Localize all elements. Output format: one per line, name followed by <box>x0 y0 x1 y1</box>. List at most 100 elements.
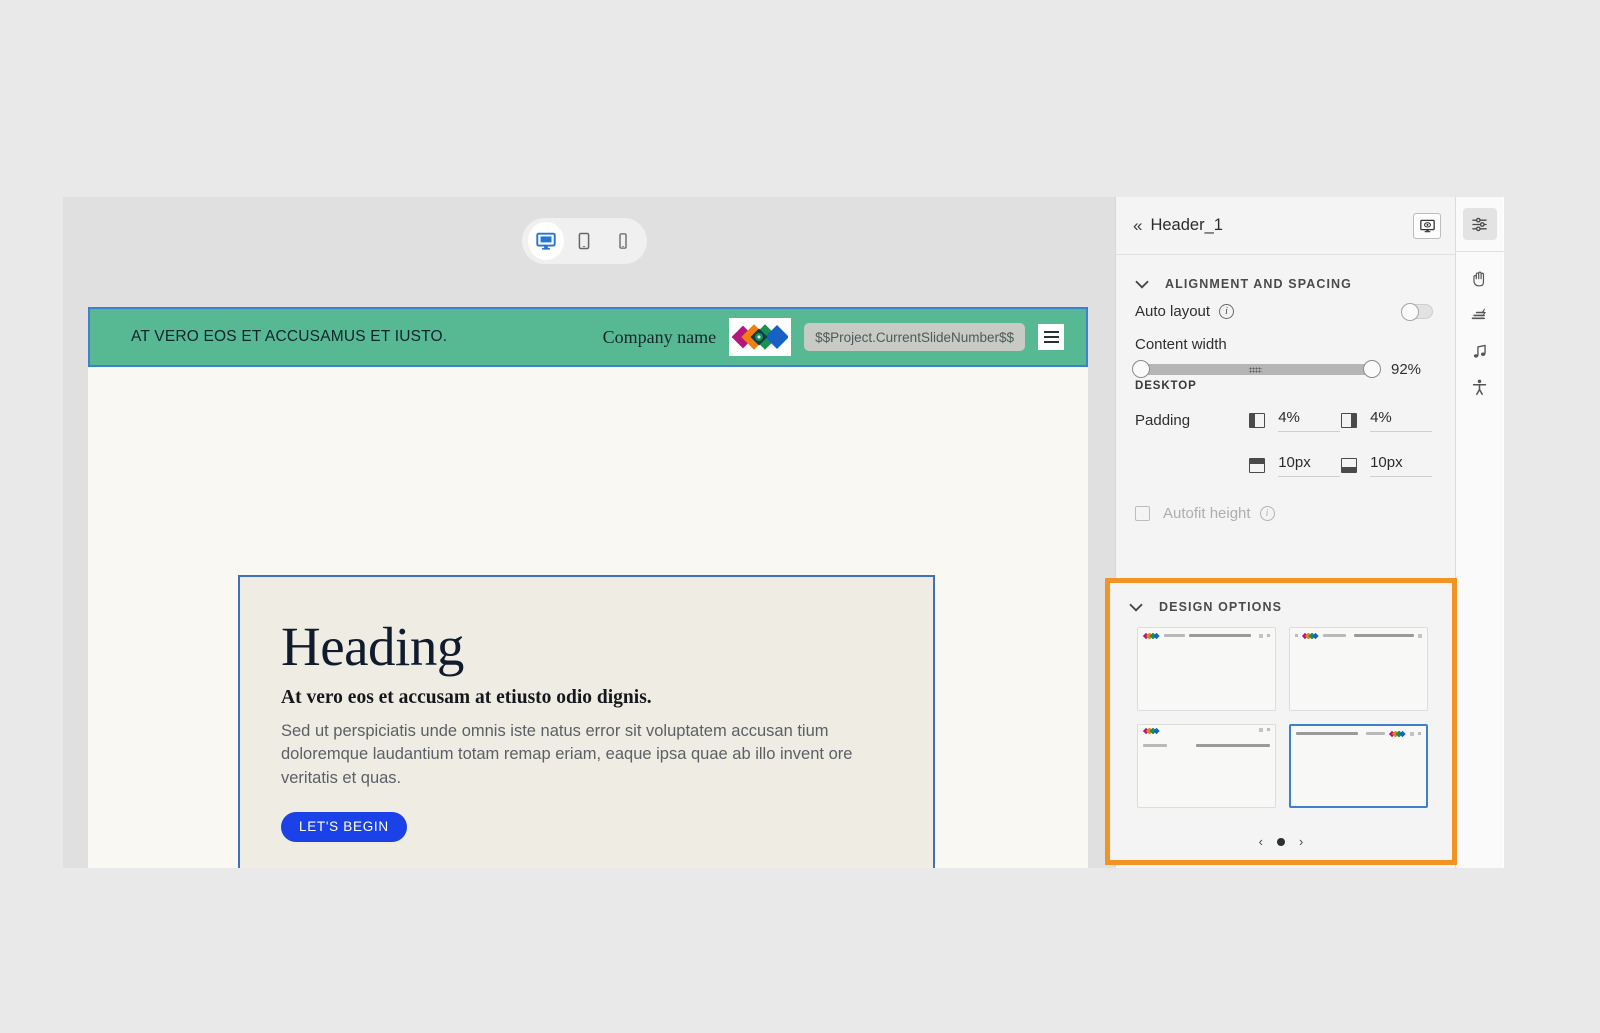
animation-motion-icon <box>1471 308 1486 320</box>
content-width-slider[interactable] <box>1132 360 1381 378</box>
design-options-section: DESIGN OPTIONS ‹ › <box>1105 578 1457 865</box>
rail-accessibility-button[interactable] <box>1463 371 1497 403</box>
padding-right-value[interactable]: 4% <box>1370 409 1433 432</box>
hamburger-menu-icon[interactable] <box>1038 324 1064 350</box>
padding-bottom-field[interactable]: 10px <box>1341 454 1433 477</box>
content-block-selected[interactable]: Heading At vero eos et accusam at etiust… <box>238 575 935 868</box>
rail-audio-button[interactable] <box>1463 335 1497 367</box>
chevron-double-left-icon[interactable]: « <box>1133 216 1143 236</box>
properties-panel-header: « Header_1 <box>1116 197 1455 255</box>
padding-left-value[interactable]: 4% <box>1278 409 1341 432</box>
content-width-label: Content width <box>1135 335 1227 353</box>
company-logo-diamonds[interactable] <box>729 318 792 356</box>
header-company-name[interactable]: Company name <box>603 327 716 348</box>
header-right-group: Company name $$Project.CurrentSlideNumbe… <box>603 318 1064 356</box>
accessibility-person-icon <box>1472 379 1487 395</box>
design-thumbnail-grid <box>1110 614 1452 808</box>
thumb-company-line <box>1323 634 1347 637</box>
auto-layout-row: Auto layout i <box>1116 291 1455 331</box>
padding-left-field[interactable]: 4% <box>1249 409 1341 432</box>
thumb-menu-icon <box>1410 731 1414 736</box>
info-icon[interactable]: i <box>1259 505 1275 521</box>
rail-interactions-button[interactable] <box>1463 263 1497 295</box>
chevron-down-icon <box>1129 603 1143 612</box>
thumb-title-line <box>1196 744 1270 747</box>
design-thumbnail-3[interactable] <box>1137 724 1276 808</box>
auto-layout-toggle[interactable] <box>1401 302 1433 321</box>
slide-stage: AT VERO EOS ET ACCUSAMUS ET IUSTO. Compa… <box>88 307 1088 868</box>
chevron-down-icon <box>1135 280 1149 289</box>
content-width-row: Content width <box>1116 331 1455 357</box>
preview-icon-glyph <box>1419 219 1435 232</box>
padding-top-icon <box>1249 458 1266 473</box>
padding-top-value[interactable]: 10px <box>1278 454 1341 477</box>
design-thumbnail-4[interactable] <box>1289 724 1428 808</box>
thumb-menu-icon <box>1418 633 1422 638</box>
thumb-logo-icon <box>1302 632 1319 639</box>
desktop-monitor-icon <box>536 232 556 250</box>
interactions-hand-icon <box>1473 271 1485 286</box>
slide-number-token[interactable]: $$Project.CurrentSlideNumber$$ <box>804 323 1025 351</box>
properties-icon <box>1472 217 1487 231</box>
padding-left-icon <box>1249 413 1266 428</box>
right-icon-rail <box>1455 197 1504 868</box>
thumb-title-line <box>1296 732 1358 735</box>
device-toggle-mobile[interactable] <box>605 222 641 260</box>
preview-monitor-icon[interactable] <box>1413 212 1441 239</box>
active-page-dot[interactable] <box>1277 837 1285 846</box>
thumb-company-line <box>1143 744 1167 747</box>
thumb-menu-icon <box>1259 633 1263 638</box>
padding-row-horizontal: Padding 4% 4% <box>1135 398 1433 443</box>
thumb-dot-icon <box>1295 634 1298 637</box>
thumb-logo-icon <box>1389 730 1406 737</box>
logo-diamonds-icon <box>732 324 789 350</box>
alignment-section-title: ALIGNMENT AND SPACING <box>1165 277 1352 291</box>
app-window: AT VERO EOS ET ACCUSAMUS ET IUSTO. Compa… <box>63 197 1504 868</box>
content-body-text[interactable]: Sed ut perspiciatis unde omnis iste natu… <box>281 720 881 790</box>
padding-row-vertical: 10px 10px <box>1135 443 1433 488</box>
tablet-icon <box>579 232 590 250</box>
device-toggle-tablet[interactable] <box>566 222 602 260</box>
thumb-company-line <box>1164 634 1185 637</box>
design-thumbnail-2[interactable] <box>1289 627 1428 711</box>
content-subheading[interactable]: At vero eos et accusam at etiusto odio d… <box>281 687 893 709</box>
properties-panel: « Header_1 ALIGNMENT AND SPACING Auto la… <box>1105 197 1457 868</box>
padding-label: Padding <box>1135 412 1191 429</box>
padding-right-icon <box>1341 413 1358 428</box>
thumb-title-line <box>1188 634 1251 637</box>
desktop-breakpoint-label: DESKTOP <box>1135 380 1197 392</box>
thumb-dot-icon <box>1418 732 1421 735</box>
slider-grip-icon <box>1249 367 1263 373</box>
rail-animation-button[interactable] <box>1463 299 1497 331</box>
thumb-title-line <box>1354 634 1414 637</box>
thumb-logo-icon <box>1143 728 1160 734</box>
chevron-left-icon[interactable]: ‹ <box>1259 834 1263 849</box>
design-section-header[interactable]: DESIGN OPTIONS <box>1110 583 1452 614</box>
chevron-right-icon[interactable]: › <box>1299 834 1303 849</box>
padding-bottom-icon <box>1341 458 1358 473</box>
lets-begin-button[interactable]: LET'S BEGIN <box>281 811 407 842</box>
design-thumbnail-1[interactable] <box>1137 627 1276 711</box>
rail-properties-button[interactable] <box>1462 208 1497 240</box>
thumb-dot-icon <box>1267 634 1270 637</box>
info-icon[interactable]: i <box>1219 303 1235 319</box>
content-heading[interactable]: Heading <box>281 618 893 675</box>
thumb-menu-icon <box>1259 728 1263 732</box>
alignment-section-header[interactable]: ALIGNMENT AND SPACING <box>1116 255 1455 291</box>
autofit-height-checkbox[interactable] <box>1135 505 1150 521</box>
padding-top-field[interactable]: 10px <box>1249 454 1341 477</box>
thumb-logo-icon <box>1143 632 1160 639</box>
padding-bottom-value[interactable]: 10px <box>1370 454 1433 477</box>
mobile-phone-icon <box>619 233 627 249</box>
device-preview-toggle[interactable] <box>522 218 647 264</box>
header-title-text[interactable]: AT VERO EOS ET ACCUSAMUS ET IUSTO. <box>131 328 447 346</box>
thumb-dot-icon <box>1267 728 1270 731</box>
header-component-selected[interactable]: AT VERO EOS ET ACCUSAMUS ET IUSTO. Compa… <box>88 307 1088 367</box>
thumb-company-line <box>1365 732 1385 735</box>
design-section-title: DESIGN OPTIONS <box>1159 600 1283 614</box>
padding-right-field[interactable]: 4% <box>1341 409 1433 432</box>
content-width-value[interactable]: 92% <box>1391 361 1433 378</box>
device-toggle-desktop[interactable] <box>528 222 565 260</box>
autofit-height-label: Autofit height <box>1163 504 1251 522</box>
padding-controls: Padding 4% 4% 10px 10px <box>1116 392 1455 488</box>
